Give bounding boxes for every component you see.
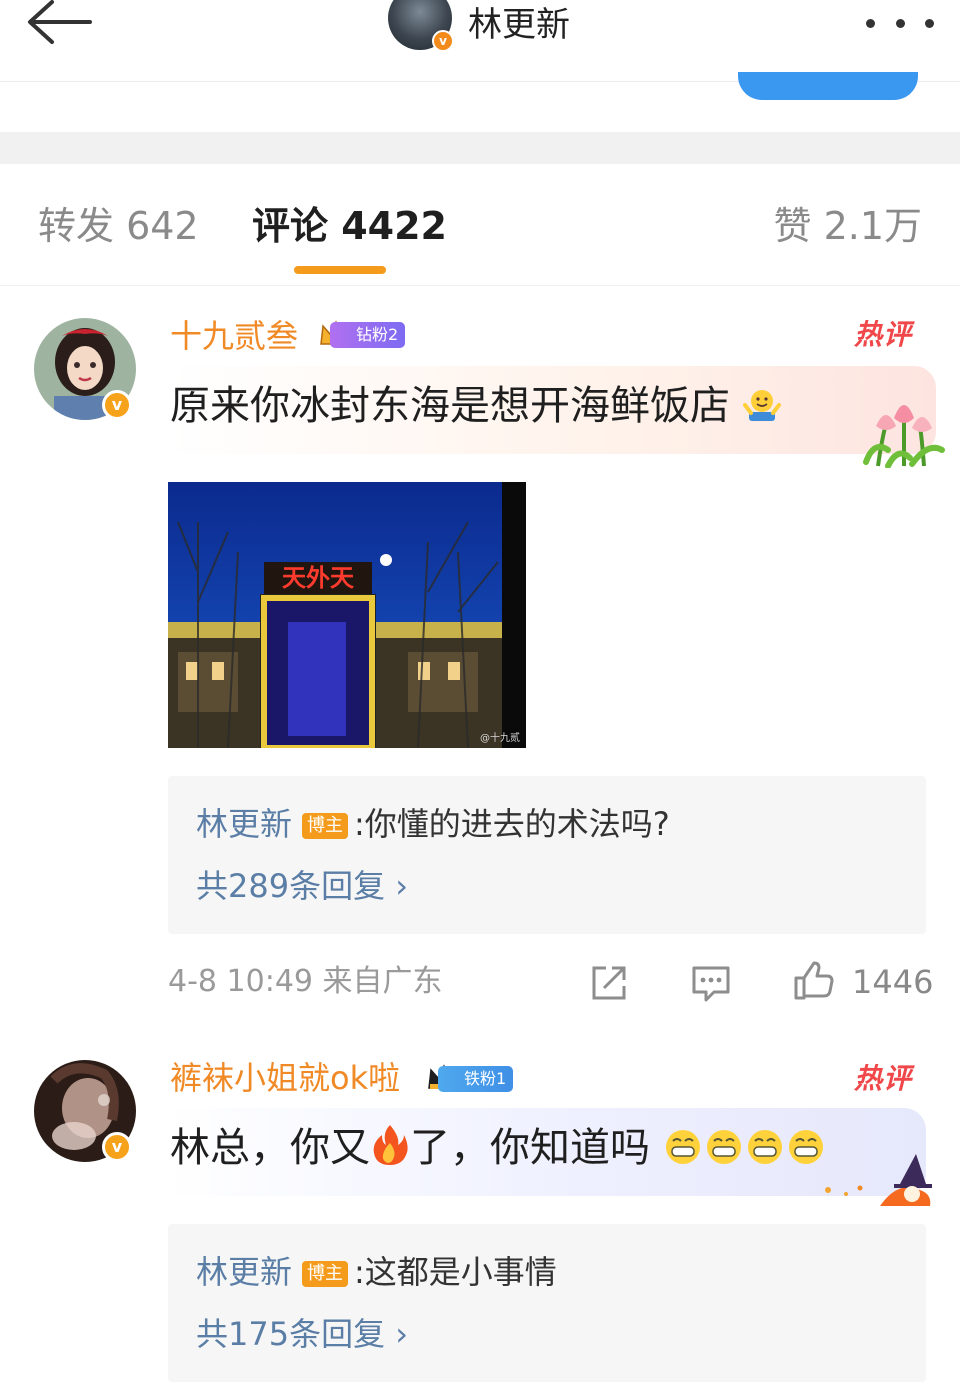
author-tag-badge: 博主 — [302, 1261, 349, 1287]
reply-preview[interactable]: 林更新 博主:这都是小事情 共175条回复 › — [168, 1224, 926, 1382]
reply-line: 林更新 博主:这都是小事情 — [196, 1248, 557, 1296]
comment-body-start: 林总，你又 — [170, 1125, 370, 1171]
fan-level-badge: 铁粉1 — [438, 1066, 514, 1092]
avatar[interactable]: v — [34, 1060, 136, 1162]
hot-comment-tag: 热评 — [853, 1062, 912, 1095]
comment-body-end: 了，你知道吗 — [410, 1125, 650, 1171]
witch-decoration-icon — [820, 1150, 944, 1214]
comment-text: 林总，你又 了，你知道吗 — [170, 1120, 827, 1176]
reply-author[interactable]: 林更新 — [196, 1253, 292, 1291]
comment-username[interactable]: 裤袜小姐就ok啦 — [170, 1056, 400, 1100]
reply-text: :这都是小事情 — [354, 1253, 557, 1291]
view-replies-link[interactable]: 共175条回复 › — [196, 1312, 408, 1356]
comment-item: v 裤袜小姐就ok啦 铁粉1 热评 林总，你又 了，你知道吗 林更新 博主:这… — [0, 0, 960, 1382]
fire-emoji-icon — [373, 1125, 408, 1165]
grin-emoji-icon — [665, 1130, 823, 1164]
verified-badge-icon: v — [102, 1132, 132, 1162]
